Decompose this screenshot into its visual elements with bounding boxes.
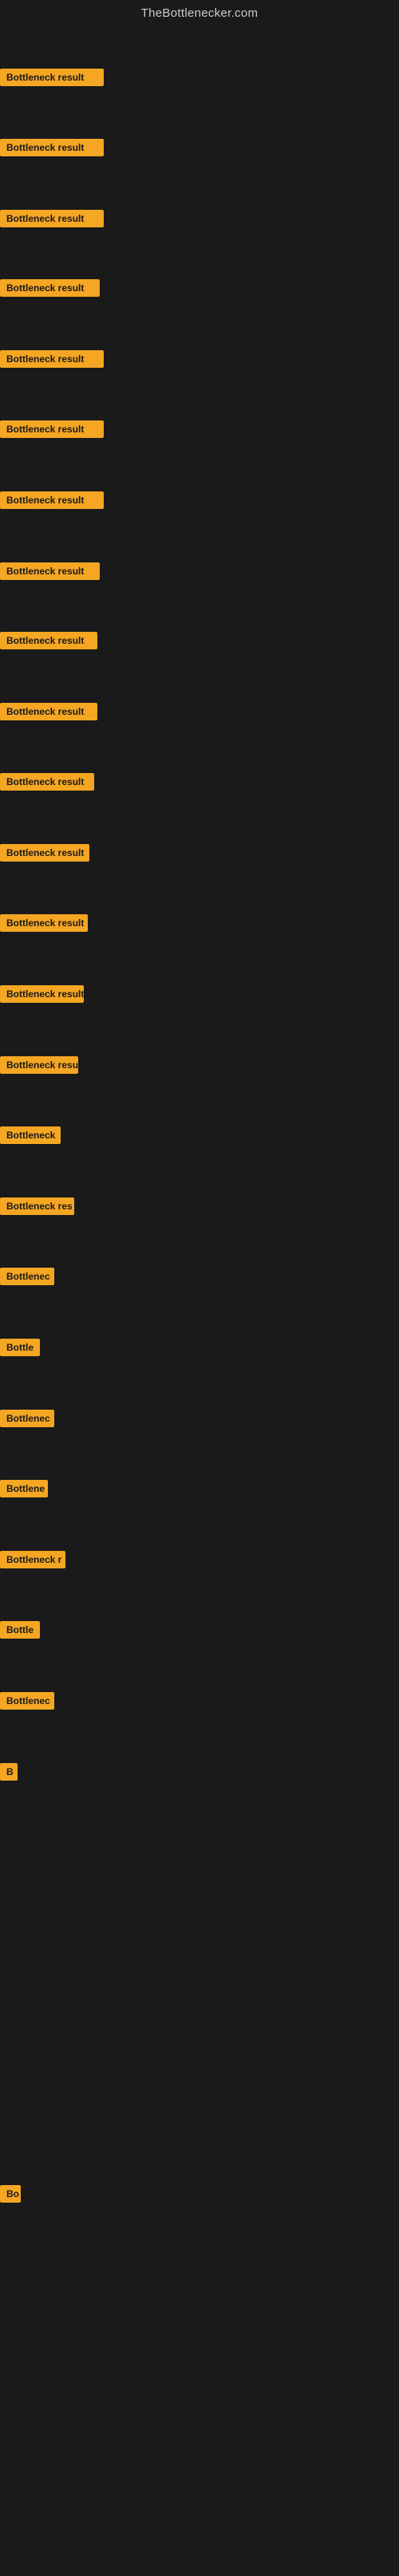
bottleneck-badge-21[interactable]: Bottlene	[0, 1480, 48, 1497]
bottleneck-badge-20[interactable]: Bottlenec	[0, 1410, 54, 1427]
bottleneck-badge-22[interactable]: Bottleneck r	[0, 1551, 65, 1568]
result-row-11: Bottleneck result	[0, 773, 94, 795]
bottleneck-badge-4[interactable]: Bottleneck result	[0, 279, 100, 297]
bottleneck-badge-7[interactable]: Bottleneck result	[0, 491, 104, 509]
result-row-26: Bo	[0, 2185, 21, 2207]
result-row-13: Bottleneck result	[0, 914, 88, 936]
result-row-16: Bottleneck	[0, 1126, 61, 1148]
result-row-5: Bottleneck result	[0, 350, 104, 372]
result-row-23: Bottle	[0, 1621, 40, 1643]
bottleneck-badge-1[interactable]: Bottleneck result	[0, 69, 104, 86]
bottleneck-badge-2[interactable]: Bottleneck result	[0, 139, 104, 156]
bottleneck-badge-18[interactable]: Bottlenec	[0, 1268, 54, 1285]
result-row-14: Bottleneck result	[0, 985, 84, 1007]
result-row-1: Bottleneck result	[0, 69, 104, 90]
site-title: TheBottlenecker.com	[141, 6, 259, 20]
bottleneck-badge-10[interactable]: Bottleneck result	[0, 703, 97, 720]
result-row-9: Bottleneck result	[0, 632, 97, 653]
bottleneck-badge-9[interactable]: Bottleneck result	[0, 632, 97, 649]
result-row-17: Bottleneck res	[0, 1197, 74, 1219]
result-row-20: Bottlenec	[0, 1410, 54, 1431]
result-row-19: Bottle	[0, 1339, 40, 1360]
bottleneck-badge-23[interactable]: Bottle	[0, 1621, 40, 1639]
result-row-2: Bottleneck result	[0, 139, 104, 160]
result-row-18: Bottlenec	[0, 1268, 54, 1289]
bottleneck-badge-19[interactable]: Bottle	[0, 1339, 40, 1356]
site-header: TheBottlenecker.com	[0, 0, 399, 23]
result-row-15: Bottleneck resu	[0, 1056, 78, 1078]
bottleneck-badge-12[interactable]: Bottleneck result	[0, 844, 89, 862]
bottleneck-badge-24[interactable]: Bottlenec	[0, 1692, 54, 1710]
bottleneck-badge-17[interactable]: Bottleneck res	[0, 1197, 74, 1215]
result-row-8: Bottleneck result	[0, 562, 100, 584]
result-row-12: Bottleneck result	[0, 844, 89, 866]
bottleneck-badge-16[interactable]: Bottleneck	[0, 1126, 61, 1144]
result-row-24: Bottlenec	[0, 1692, 54, 1714]
result-row-7: Bottleneck result	[0, 491, 104, 513]
bottleneck-badge-3[interactable]: Bottleneck result	[0, 210, 104, 227]
result-row-4: Bottleneck result	[0, 279, 100, 301]
bottleneck-badge-25[interactable]: B	[0, 1763, 18, 1781]
bottleneck-badge-13[interactable]: Bottleneck result	[0, 914, 88, 932]
bottleneck-badge-5[interactable]: Bottleneck result	[0, 350, 104, 368]
bottleneck-badge-15[interactable]: Bottleneck resu	[0, 1056, 78, 1074]
bottleneck-badge-14[interactable]: Bottleneck result	[0, 985, 84, 1003]
result-row-3: Bottleneck result	[0, 210, 104, 231]
bottleneck-badge-11[interactable]: Bottleneck result	[0, 773, 94, 791]
result-row-6: Bottleneck result	[0, 420, 104, 442]
result-row-10: Bottleneck result	[0, 703, 97, 724]
result-row-21: Bottlene	[0, 1480, 48, 1501]
bottleneck-badge-8[interactable]: Bottleneck result	[0, 562, 100, 580]
bottleneck-badge-26[interactable]: Bo	[0, 2185, 21, 2203]
bottleneck-badge-6[interactable]: Bottleneck result	[0, 420, 104, 438]
result-row-22: Bottleneck r	[0, 1551, 65, 1572]
result-row-25: B	[0, 1763, 18, 1785]
